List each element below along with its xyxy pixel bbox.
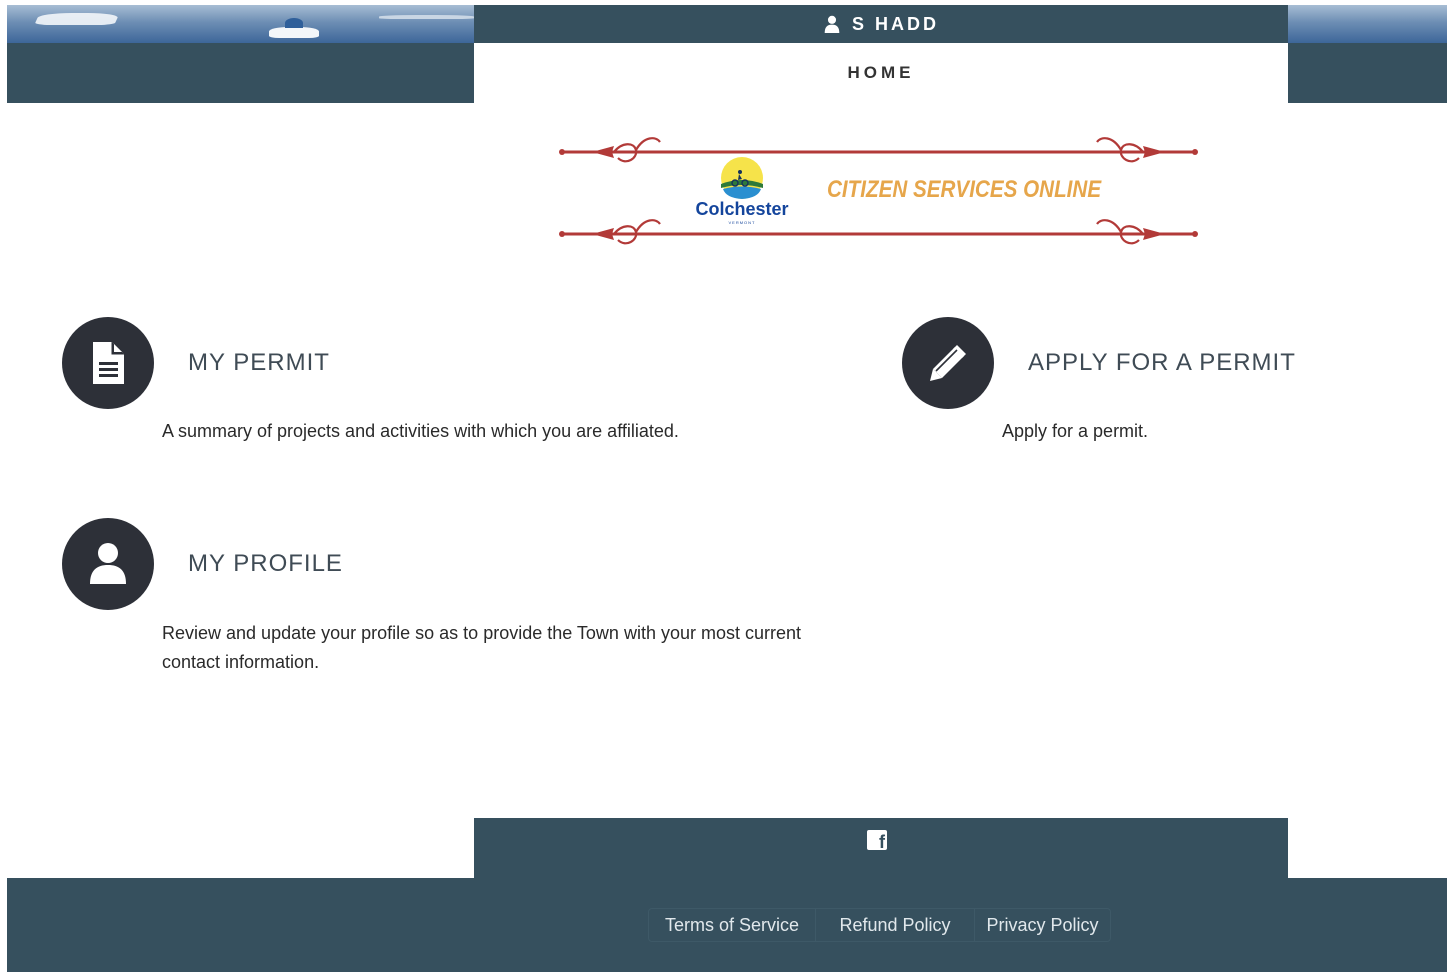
boat-image xyxy=(34,13,120,25)
footer-spacer xyxy=(1288,818,1447,878)
card-title[interactable]: MY PERMIT xyxy=(188,349,330,377)
boat-image xyxy=(269,18,319,38)
refund-policy-link[interactable]: Refund Policy xyxy=(816,909,975,941)
site-footer: f Terms of Service Refund Policy Privacy… xyxy=(7,818,1447,972)
card-title[interactable]: MY PROFILE xyxy=(188,550,343,578)
footer-spacer xyxy=(7,818,474,878)
header-photo-strip xyxy=(1288,5,1447,43)
terms-of-service-link[interactable]: Terms of Service xyxy=(649,909,816,941)
boat-image xyxy=(379,15,474,19)
user-name: S HADD xyxy=(851,13,939,34)
nav-home-link[interactable]: HOME xyxy=(474,43,1288,103)
site-header: S HADD HOME xyxy=(7,5,1447,103)
logo-subtitle: VERMONT xyxy=(728,220,756,225)
user-menu[interactable]: S HADD xyxy=(474,5,1288,43)
card-title[interactable]: APPLY FOR A PERMIT xyxy=(1028,349,1296,377)
footer-links: Terms of Service Refund Policy Privacy P… xyxy=(648,908,1111,942)
header-photo-strip xyxy=(7,5,474,43)
document-icon[interactable] xyxy=(62,317,154,409)
user-icon xyxy=(824,15,840,33)
citizen-services-banner: Colchester VERMONT CITIZEN SERVICES ONLI… xyxy=(552,124,1210,258)
privacy-policy-link[interactable]: Privacy Policy xyxy=(975,909,1110,941)
logo-name: Colchester xyxy=(695,199,789,219)
card-description: Apply for a permit. xyxy=(1002,421,1149,441)
facebook-icon[interactable]: f xyxy=(867,830,887,852)
banner-title: CITIZEN SERVICES ONLINE xyxy=(827,176,1102,203)
colchester-logo: Colchester VERMONT xyxy=(686,154,798,226)
card-description: Review and update your profile so as to … xyxy=(162,623,801,672)
pencil-icon[interactable] xyxy=(902,317,994,409)
user-icon[interactable] xyxy=(62,518,154,610)
card-description: A summary of projects and activities wit… xyxy=(162,421,679,441)
logo-sun-icon xyxy=(721,157,763,199)
